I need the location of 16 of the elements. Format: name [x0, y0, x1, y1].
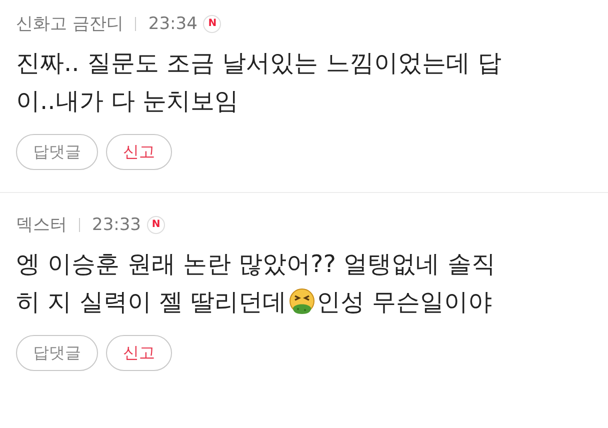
new-badge: N — [203, 15, 222, 33]
reply-button[interactable]: 답댓글 — [16, 134, 98, 170]
report-button[interactable]: 신고 — [106, 335, 172, 371]
nauseated-face-icon — [288, 288, 316, 316]
author-name: 신화고 금잔디 — [16, 13, 124, 36]
author-name: 덱스터 — [16, 214, 67, 237]
comment-text: 진짜.. 질문도 조금 날서있는 느낌이었는데 답 — [16, 48, 502, 79]
reply-button[interactable]: 답댓글 — [16, 335, 98, 371]
report-button[interactable]: 신고 — [106, 134, 172, 170]
comment-time: 23:33 — [92, 214, 141, 237]
comment-time: 23:34 — [148, 13, 198, 36]
comment-text: 히 지 실력이 젤 딸리던데 — [16, 287, 287, 318]
comment-text: 인성 무슨일이야 — [316, 287, 492, 318]
new-badge: N — [147, 216, 165, 234]
comment-text: 엥 이승훈 원래 논란 많았어?? 얼탱없네 솔직 — [16, 249, 496, 280]
comment-text: 이..내가 다 눈치보임 — [16, 86, 239, 117]
